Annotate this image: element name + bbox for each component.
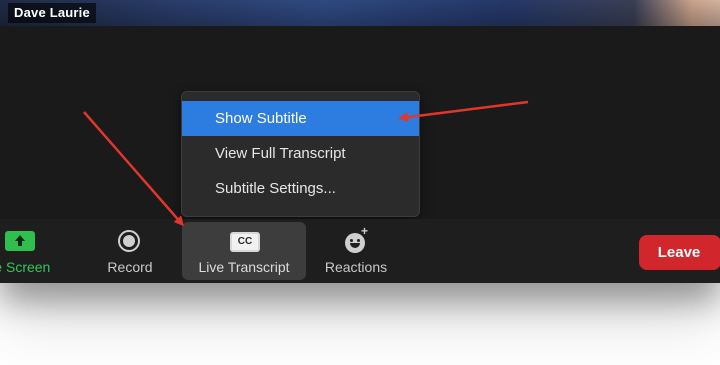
leave-button[interactable]: Leave <box>639 235 720 270</box>
reactions-label: Reactions <box>324 259 388 275</box>
live-transcript-button[interactable]: CC Live Transcript <box>182 222 306 280</box>
share-screen-label: re Screen <box>0 259 51 275</box>
reactions-button[interactable]: + Reactions <box>314 222 398 280</box>
caption-options-menu: Show Subtitle View Full Transcript Subti… <box>181 91 420 217</box>
meeting-toolbar: re Screen Record CC Live Transcript + Re… <box>0 219 720 283</box>
share-screen-button[interactable]: re Screen <box>0 222 80 280</box>
closed-caption-icon: CC <box>230 232 260 252</box>
menu-item-subtitle-settings[interactable]: Subtitle Settings... <box>182 171 419 206</box>
share-screen-icon <box>5 231 35 251</box>
record-button[interactable]: Record <box>92 222 168 280</box>
live-transcript-label: Live Transcript <box>198 259 290 275</box>
meeting-window: Dave Laurie Show Subtitle View Full Tran… <box>0 0 720 283</box>
menu-item-view-full-transcript[interactable]: View Full Transcript <box>182 136 419 171</box>
menu-item-show-subtitle[interactable]: Show Subtitle <box>182 101 419 136</box>
record-label: Record <box>107 259 153 275</box>
participant-video: Dave Laurie <box>0 0 720 26</box>
record-icon <box>118 230 140 252</box>
plus-icon: + <box>361 224 369 238</box>
participant-name-tag: Dave Laurie <box>8 3 96 23</box>
screenshot-root: Dave Laurie Show Subtitle View Full Tran… <box>0 0 720 365</box>
